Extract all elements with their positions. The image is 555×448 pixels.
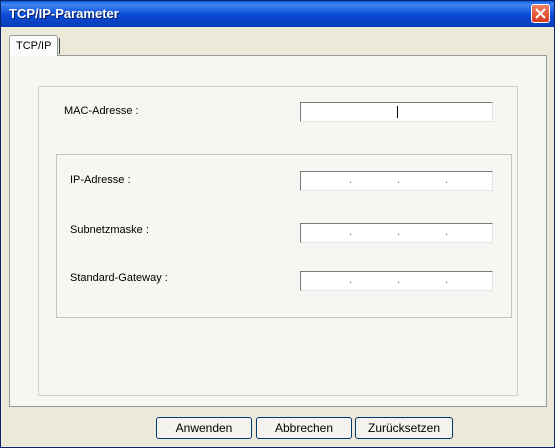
mac-address-field[interactable] <box>300 102 493 122</box>
tab-tcpip-label: TCP/IP <box>16 40 52 52</box>
mac-address-label: MAC-Adresse : <box>64 105 139 117</box>
apply-button[interactable]: Anwenden <box>156 417 252 439</box>
window-title: TCP/IP-Parameter <box>9 6 119 21</box>
ip-address-field[interactable]: ... <box>300 171 493 191</box>
subnet-mask-label: Subnetzmaske : <box>70 224 149 236</box>
default-gateway-field[interactable]: ... <box>300 271 493 291</box>
title-bar[interactable]: TCP/IP-Parameter <box>1 1 554 27</box>
default-gateway-value: ... <box>349 274 449 286</box>
tab-panel: MAC-Adresse : IP-Adresse : ... Subnetzma… <box>9 55 547 407</box>
subnet-mask-field[interactable]: ... <box>300 223 493 243</box>
close-button[interactable] <box>531 4 550 23</box>
subnet-mask-value: ... <box>349 226 449 238</box>
cancel-button[interactable]: Abbrechen <box>256 417 352 439</box>
default-gateway-label: Standard-Gateway : <box>70 272 168 284</box>
text-cursor <box>397 106 398 118</box>
close-icon <box>535 8 546 19</box>
tcpip-dialog: TCP/IP-Parameter TCP/IP MAC-Adresse : IP… <box>0 0 555 448</box>
ip-address-value: ... <box>349 174 449 186</box>
tab-tcpip[interactable]: TCP/IP <box>9 35 61 56</box>
tab-separator <box>59 38 61 54</box>
ip-address-label: IP-Adresse : <box>70 174 131 186</box>
reset-button[interactable]: Zurücksetzen <box>355 417 453 439</box>
